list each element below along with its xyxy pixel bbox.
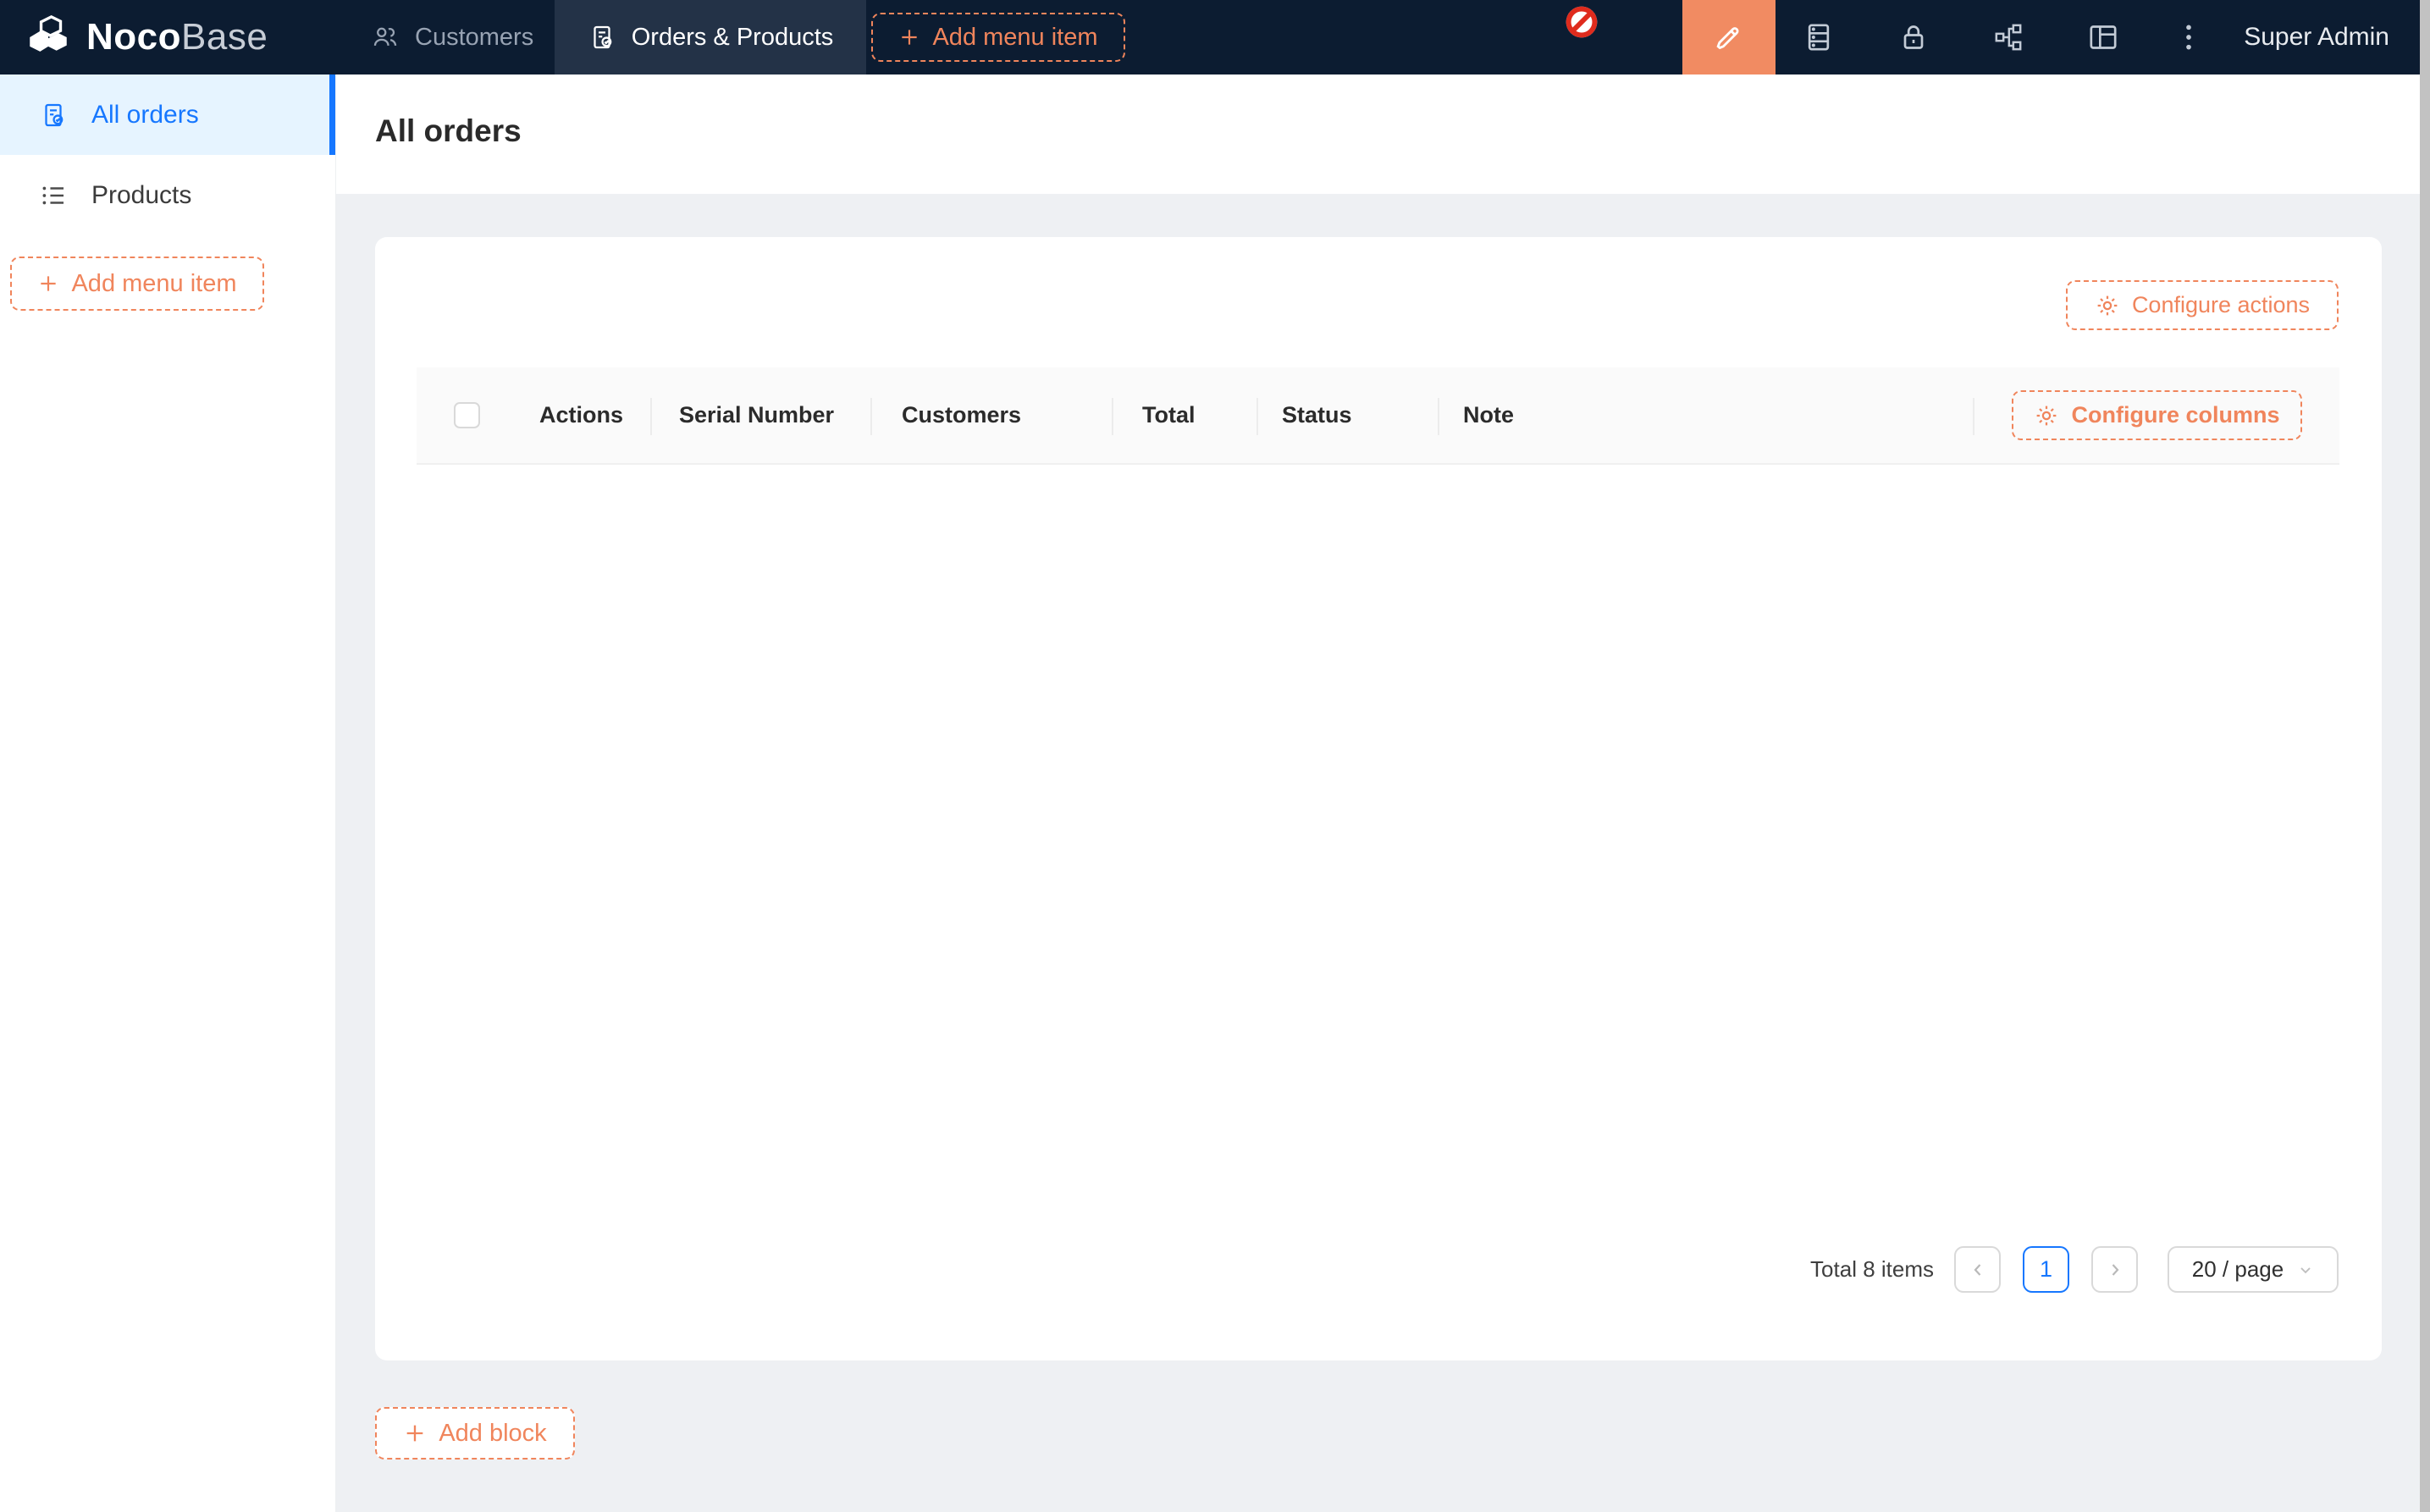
ui-editor-button[interactable] bbox=[1682, 0, 1776, 74]
lock-button[interactable] bbox=[1875, 0, 1952, 74]
lock-icon bbox=[1897, 20, 1930, 54]
next-page-button[interactable] bbox=[2091, 1246, 2138, 1293]
page-header: All orders bbox=[336, 74, 2420, 194]
page-number-button[interactable]: 1 bbox=[2023, 1246, 2069, 1293]
vertical-scrollbar[interactable] bbox=[2420, 0, 2430, 1512]
column-header-serial-number: Serial Number bbox=[652, 367, 872, 463]
tab-customers[interactable]: Customers bbox=[342, 0, 562, 74]
people-icon bbox=[371, 23, 400, 52]
sidebar-item-label: All orders bbox=[91, 101, 199, 130]
brand-light: Base bbox=[181, 16, 268, 58]
chevron-down-icon bbox=[2297, 1261, 2314, 1278]
column-header-customers: Customers bbox=[872, 367, 1113, 463]
plus-icon bbox=[403, 1421, 427, 1445]
not-allowed-cursor-icon bbox=[1563, 3, 1600, 41]
layout-icon bbox=[2086, 20, 2120, 54]
database-icon bbox=[1802, 20, 1836, 54]
brand-bold: Noco bbox=[86, 16, 181, 58]
highlighter-icon bbox=[1712, 20, 1746, 54]
nocobase-cube-icon bbox=[24, 13, 73, 62]
gear-icon bbox=[2034, 403, 2059, 428]
column-header-note: Note bbox=[1439, 367, 1974, 463]
column-header-status: Status bbox=[1258, 367, 1439, 463]
orders-table-card: Configure actions Actions Serial Number … bbox=[375, 237, 2382, 1360]
brand-logo[interactable]: NocoBase bbox=[24, 0, 268, 74]
page-size-label: 20 / page bbox=[2192, 1256, 2284, 1283]
previous-page-button[interactable] bbox=[1954, 1246, 2001, 1293]
api-sitemap-button[interactable] bbox=[1969, 0, 2047, 74]
tab-orders-products-label: Orders & Products bbox=[632, 24, 834, 52]
brand-name: NocoBase bbox=[86, 16, 268, 58]
configure-actions-button[interactable]: Configure actions bbox=[2066, 280, 2339, 330]
sidebar-add-menu-item-button[interactable]: Add menu item bbox=[10, 257, 264, 311]
tab-orders-products[interactable]: Orders & Products bbox=[555, 0, 866, 74]
configure-actions-label: Configure actions bbox=[2132, 292, 2310, 318]
topbar-add-menu-item-label: Add menu item bbox=[932, 24, 1097, 52]
chevron-right-icon bbox=[2105, 1260, 2125, 1280]
ellipsis-vertical-icon bbox=[2172, 20, 2206, 54]
pagination-total: Total 8 items bbox=[1810, 1256, 1934, 1283]
configure-columns-label: Configure columns bbox=[2071, 402, 2279, 428]
sitemap-icon bbox=[1991, 20, 2025, 54]
plus-icon bbox=[898, 26, 920, 48]
user-menu[interactable]: Super Admin bbox=[2244, 0, 2389, 74]
layout-button[interactable] bbox=[2064, 0, 2142, 74]
user-label: Super Admin bbox=[2244, 23, 2389, 52]
page-title: All orders bbox=[375, 113, 522, 149]
topbar-add-menu-item-button[interactable]: Add menu item bbox=[871, 13, 1125, 62]
pagination: Total 8 items 1 20 / page bbox=[1810, 1246, 2339, 1293]
order-document-icon bbox=[39, 101, 68, 130]
column-header-actions: Actions bbox=[516, 367, 652, 463]
select-all-checkbox[interactable] bbox=[454, 402, 480, 428]
sidebar-item-products[interactable]: Products bbox=[0, 155, 335, 235]
data-source-button[interactable] bbox=[1780, 0, 1858, 74]
selected-indicator bbox=[329, 74, 335, 155]
configure-columns-button[interactable]: Configure columns bbox=[2012, 390, 2302, 440]
page-size-select[interactable]: 20 / page bbox=[2168, 1246, 2339, 1293]
top-bar: NocoBase Customers Orders & Products Add… bbox=[0, 0, 2430, 74]
sidebar-add-menu-item-label: Add menu item bbox=[71, 270, 236, 298]
unordered-list-icon bbox=[39, 181, 68, 210]
orders-table: Actions Serial Number Customers Total St… bbox=[417, 367, 2339, 465]
add-block-label: Add block bbox=[439, 1420, 546, 1448]
order-document-icon bbox=[588, 23, 616, 52]
column-header-total: Total bbox=[1113, 367, 1258, 463]
sidebar-item-label: Products bbox=[91, 181, 191, 210]
more-menu-button[interactable] bbox=[2159, 0, 2218, 74]
sidebar-item-all-orders[interactable]: All orders bbox=[0, 74, 335, 155]
chevron-left-icon bbox=[1968, 1260, 1988, 1280]
tab-customers-label: Customers bbox=[415, 24, 533, 52]
plus-icon bbox=[37, 273, 59, 295]
gear-icon bbox=[2095, 293, 2120, 318]
add-block-button[interactable]: Add block bbox=[375, 1407, 575, 1460]
sidebar: All orders Products Add menu item bbox=[0, 74, 336, 1512]
table-header-row: Actions Serial Number Customers Total St… bbox=[417, 367, 2339, 465]
